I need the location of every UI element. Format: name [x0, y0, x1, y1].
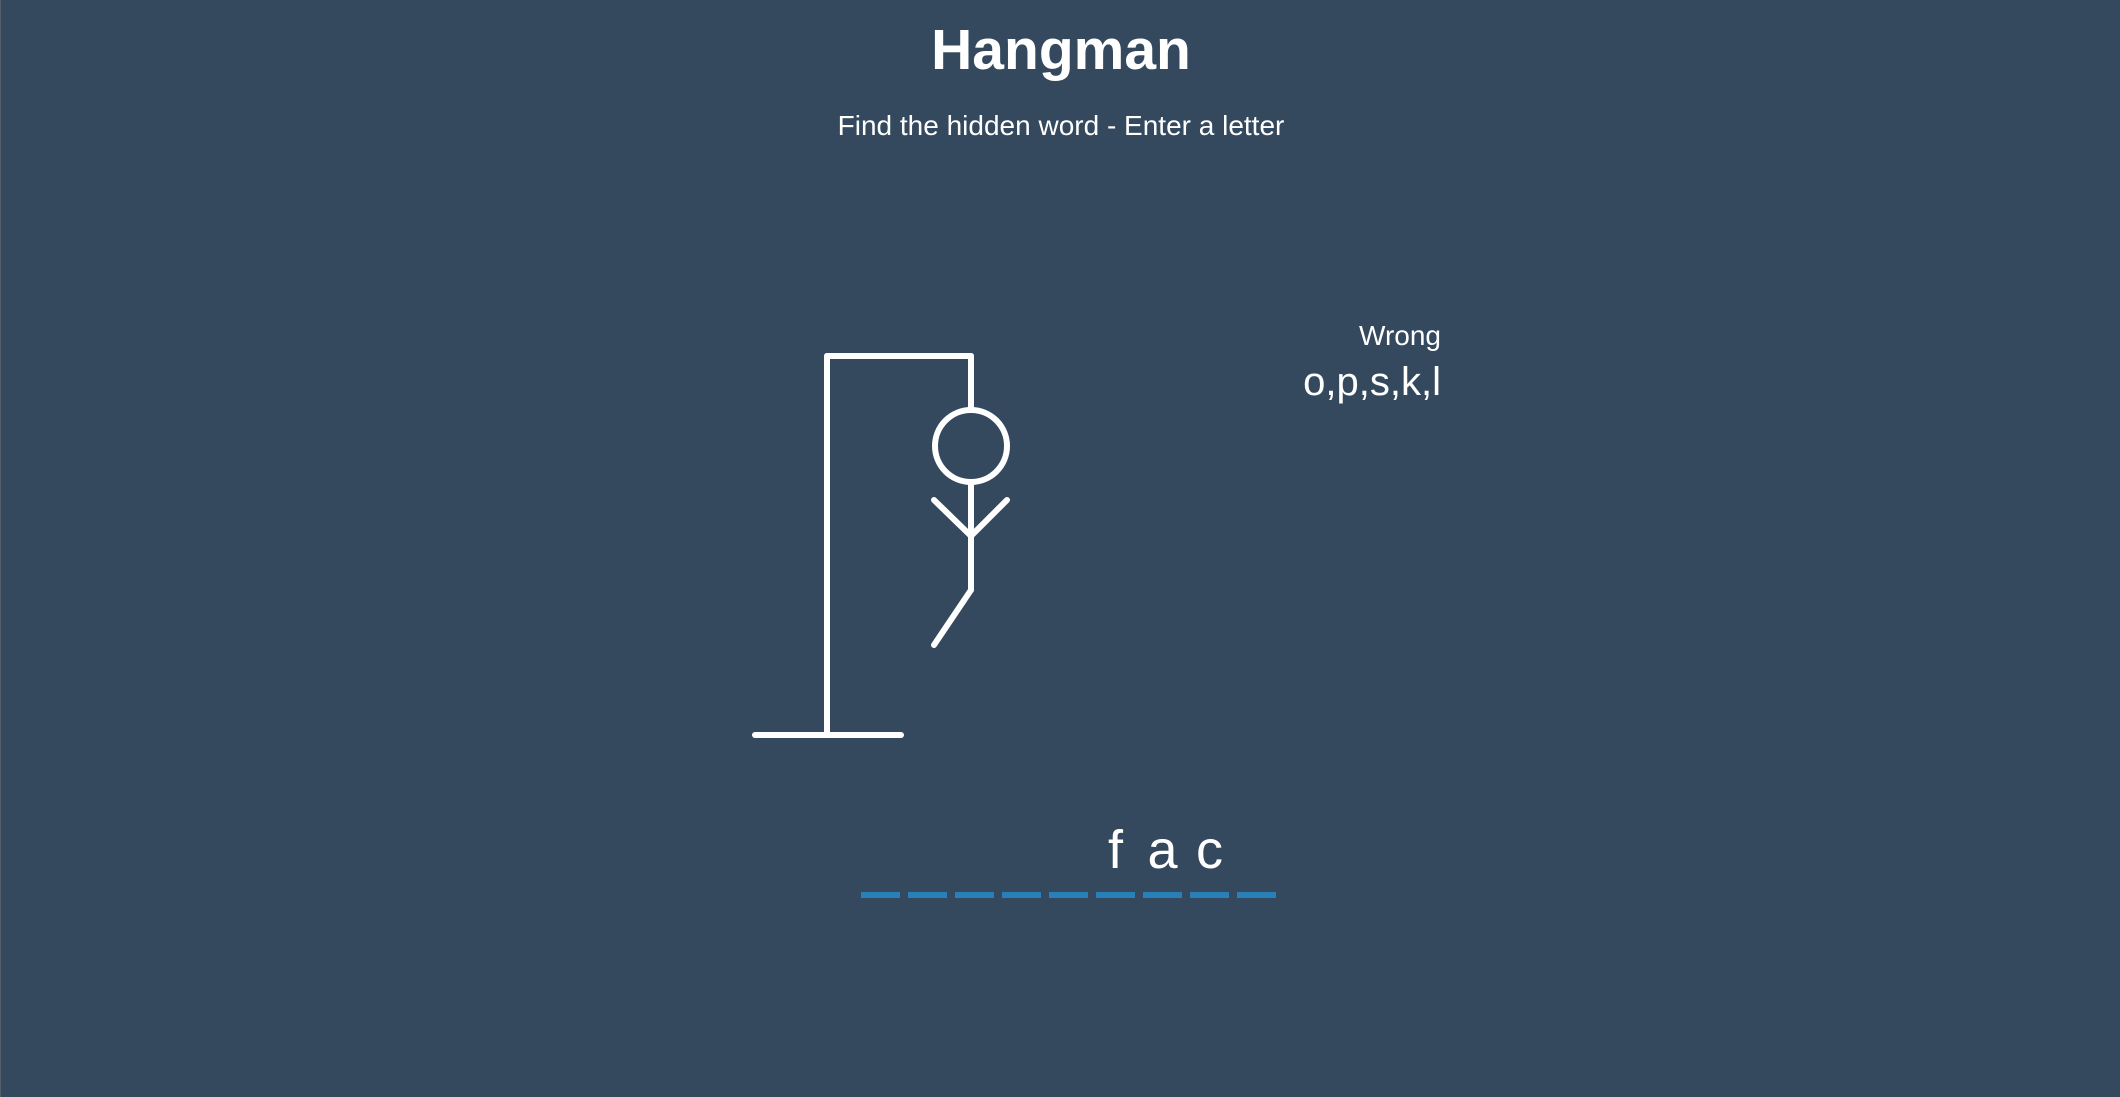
wrong-guesses-panel: Wrong o,p,s,k,l	[1241, 318, 1441, 408]
hangman-left-leg	[931, 587, 974, 648]
letter-slot-underline	[861, 892, 900, 898]
letter-slot-letter: f	[1107, 820, 1123, 880]
letter-slot	[861, 818, 900, 898]
page-title: Hangman	[931, 18, 1191, 82]
hidden-word: f a c	[861, 818, 1284, 898]
letter-slot-underline	[1237, 892, 1276, 898]
letter-slot-underline	[1143, 892, 1182, 898]
letter-slot	[908, 818, 947, 898]
page-subtitle: Find the hidden word - Enter a letter	[837, 110, 1285, 141]
letter-slot	[1002, 818, 1041, 898]
letter-slot-underline	[955, 892, 994, 898]
wrong-label: Wrong	[1359, 320, 1441, 351]
letter-slot-underline	[908, 892, 947, 898]
hangman-left-arm	[931, 497, 974, 539]
hangman-right-arm	[968, 497, 1010, 539]
letter-slot: a	[1143, 818, 1182, 898]
letter-slot-underline	[1002, 892, 1041, 898]
letter-slot: f	[1096, 818, 1135, 898]
letter-slot	[955, 818, 994, 898]
letter-slot	[1049, 818, 1088, 898]
letter-slot-letter: c	[1196, 820, 1223, 880]
letter-slot-underline	[1096, 892, 1135, 898]
wrong-letters: o,p,s,k,l	[1303, 360, 1441, 404]
letter-slot	[1237, 818, 1276, 898]
letter-slot-underline	[1049, 892, 1088, 898]
hangman-head	[932, 407, 1010, 485]
letter-slot-letter: a	[1147, 820, 1178, 880]
letter-slot: c	[1190, 818, 1229, 898]
letter-slot-underline	[1190, 892, 1229, 898]
game-page: Hangman Find the hidden word - Enter a l…	[0, 0, 2120, 1097]
hangman-drawing	[752, 353, 1010, 738]
hangman-figure	[741, 340, 1041, 750]
